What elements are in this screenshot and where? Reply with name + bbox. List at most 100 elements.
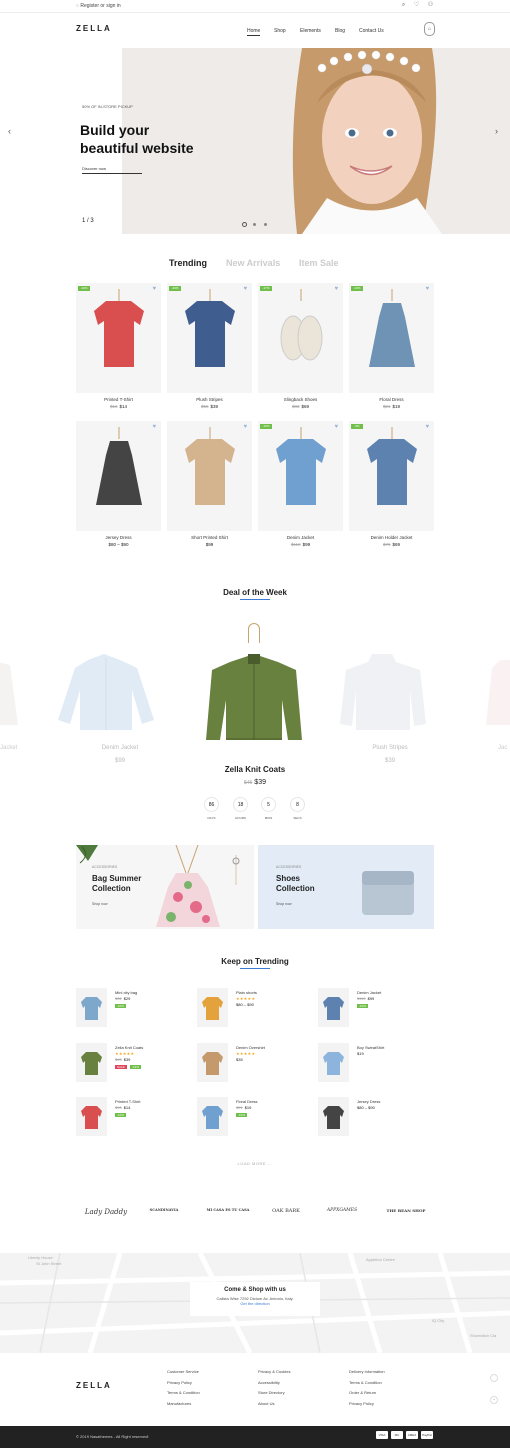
trending-thumb[interactable] [76, 1043, 107, 1082]
trending-thumb[interactable] [197, 1043, 228, 1082]
product-image [94, 289, 144, 367]
product-card[interactable]: ♥ [76, 421, 161, 531]
trending-name[interactable]: Denim Jacket [357, 990, 381, 995]
nav-elements[interactable]: Elements [300, 28, 321, 34]
product-name[interactable]: Floral Dress [349, 397, 434, 402]
trending-name[interactable]: Printed T-Shirt [115, 1099, 141, 1104]
product-card[interactable]: -17% ♥ [258, 283, 343, 393]
trending-thumb-image [81, 1052, 102, 1075]
banner-bag-title: Bag Summer Collection [92, 874, 142, 893]
trending-thumb-image [202, 997, 223, 1020]
footer-link[interactable]: Privacy Policy [167, 1380, 192, 1385]
product-name[interactable]: Jersey Dress [76, 535, 161, 540]
nav-home[interactable]: Home [247, 28, 261, 36]
footer-link[interactable]: Store Directory [258, 1390, 285, 1395]
nav-shop[interactable]: Shop [274, 28, 286, 34]
banner-bag-summer[interactable]: ACCESSORIES Bag Summer Collection Shop n… [76, 845, 254, 929]
brand-logo[interactable]: OAK BARK [262, 1208, 310, 1214]
trending-thumb[interactable] [197, 988, 228, 1027]
nav-blog[interactable]: Blog [335, 28, 345, 34]
trending-name[interactable]: Floral Dress [236, 1099, 258, 1104]
tab-trending[interactable]: Trending [169, 258, 207, 268]
trending-price: $80 – $90 [357, 1105, 375, 1110]
search-icon[interactable]: ⌕ [400, 2, 407, 9]
nav-contact-us[interactable]: Contact Us [359, 28, 384, 34]
tab-new-arrivals[interactable]: New Arrivals [226, 258, 280, 268]
product-card[interactable]: -29% ♥ [167, 283, 252, 393]
site-logo[interactable]: ZELLA [76, 24, 112, 33]
trending-name[interactable]: Jersey Dress [357, 1099, 380, 1104]
trending-thumb[interactable] [197, 1097, 228, 1136]
account-icon[interactable]: ⚇ [427, 2, 434, 9]
deal-main-name[interactable]: Zella Knit Coats [205, 765, 305, 774]
wishlist-heart-icon[interactable]: ♥ [152, 424, 156, 430]
footer-link[interactable]: Order & Return [349, 1390, 376, 1395]
product-card[interactable]: -10% ♥ [349, 283, 434, 393]
wishlist-heart-icon[interactable]: ♥ [334, 286, 338, 292]
slider-dot-3[interactable] [264, 223, 267, 226]
hero-eyebrow: 50% OF IN-STORE PICKUP [82, 104, 133, 109]
load-more-button[interactable]: LOAD MORE ... [0, 1161, 510, 1166]
wishlist-heart-icon[interactable]: ♥ [425, 424, 429, 430]
footer-link[interactable]: Customer Service [167, 1369, 199, 1374]
tab-item-sale[interactable]: Item Sale [299, 258, 339, 268]
hero-cta[interactable]: Discover now [82, 166, 142, 174]
trending-name[interactable]: Denim Overshirt [236, 1045, 265, 1050]
product-name[interactable]: Denim Holder Jacket [349, 535, 434, 540]
footer-link[interactable]: Manufactures [167, 1401, 191, 1406]
slider-dot-2[interactable] [253, 223, 256, 226]
brand-logo[interactable]: Lady Daddy [82, 1208, 130, 1216]
footer-link[interactable]: Accessibility [258, 1380, 280, 1385]
banner-shoes-cta[interactable]: Shop now [276, 902, 292, 906]
footer-link[interactable]: About Us [258, 1401, 274, 1406]
register-link[interactable]: ◌ Register or sign in [76, 3, 121, 9]
wishlist-heart-icon[interactable]: ♥ [152, 286, 156, 292]
brand-logo[interactable]: SCANDINAVIA [140, 1208, 188, 1212]
product-name[interactable]: Short Printed Shirt [167, 535, 252, 540]
banner-bag-cta[interactable]: Shop now [92, 902, 108, 906]
trending-thumb-image [81, 997, 102, 1020]
cart-icon[interactable]: ⌂ [424, 22, 435, 36]
map-card-link[interactable]: Get the direction [190, 1301, 320, 1306]
footer-link[interactable]: Terms & Condition [167, 1390, 200, 1395]
footer-link[interactable]: Privacy & Cookies [258, 1369, 290, 1374]
trending-thumb[interactable] [76, 1097, 107, 1136]
footer-logo[interactable]: ZELLA [76, 1381, 112, 1390]
back-to-top-icon[interactable]: ⌃ [490, 1396, 498, 1404]
footer-link[interactable]: Delivery Information [349, 1369, 385, 1374]
banner-shoes[interactable]: ACCESSORIES Shoes Collection Shop now [258, 845, 434, 929]
prev-arrow-icon[interactable]: ‹ [8, 126, 11, 136]
footer-help-icon[interactable] [490, 1374, 498, 1382]
brand-logo[interactable]: THE BEAN SHOP [382, 1208, 430, 1213]
next-arrow-icon[interactable]: › [495, 126, 498, 136]
trending-name[interactable]: Zella Knit Coats [115, 1045, 143, 1050]
trending-thumb[interactable] [318, 1097, 349, 1136]
wishlist-heart-icon[interactable]: ♥ [243, 286, 247, 292]
brand-logo[interactable]: APPXGAMES [318, 1208, 366, 1213]
trending-price: $80 – $90 [236, 1002, 254, 1007]
wishlist-icon[interactable]: ♡ [413, 2, 420, 9]
visa-icon: VISA [376, 1431, 388, 1439]
paypal-icon: PayPal [421, 1431, 433, 1439]
trending-name[interactable]: Boy SweatShirt [357, 1045, 384, 1050]
trending-thumb[interactable] [318, 1043, 349, 1082]
product-card[interactable]: ♥ [167, 421, 252, 531]
footer-link[interactable]: Terms & Condition [349, 1380, 382, 1385]
trending-thumb[interactable] [76, 988, 107, 1027]
brand-logo[interactable]: MI CASA ES TU CASA [204, 1208, 252, 1212]
product-name[interactable]: Plush Stripes [167, 397, 252, 402]
slider-dot-1[interactable] [242, 222, 247, 227]
trending-thumb[interactable] [318, 988, 349, 1027]
product-name[interactable]: Slingback Shoes [258, 397, 343, 402]
product-card[interactable]: -9% ♥ [349, 421, 434, 531]
wishlist-heart-icon[interactable]: ♥ [243, 424, 247, 430]
product-name[interactable]: Printed T-Shirt [76, 397, 161, 402]
wishlist-heart-icon[interactable]: ♥ [334, 424, 338, 430]
product-name[interactable]: Denim Jacket [258, 535, 343, 540]
footer-link[interactable]: Privacy Policy [349, 1401, 374, 1406]
wishlist-heart-icon[interactable]: ♥ [425, 286, 429, 292]
trending-name[interactable]: Mini city bag [115, 990, 137, 995]
product-card[interactable]: -10% ♥ [258, 421, 343, 531]
trending-name[interactable]: Plain shorts [236, 990, 257, 995]
product-card[interactable]: -10% ♥ [76, 283, 161, 393]
